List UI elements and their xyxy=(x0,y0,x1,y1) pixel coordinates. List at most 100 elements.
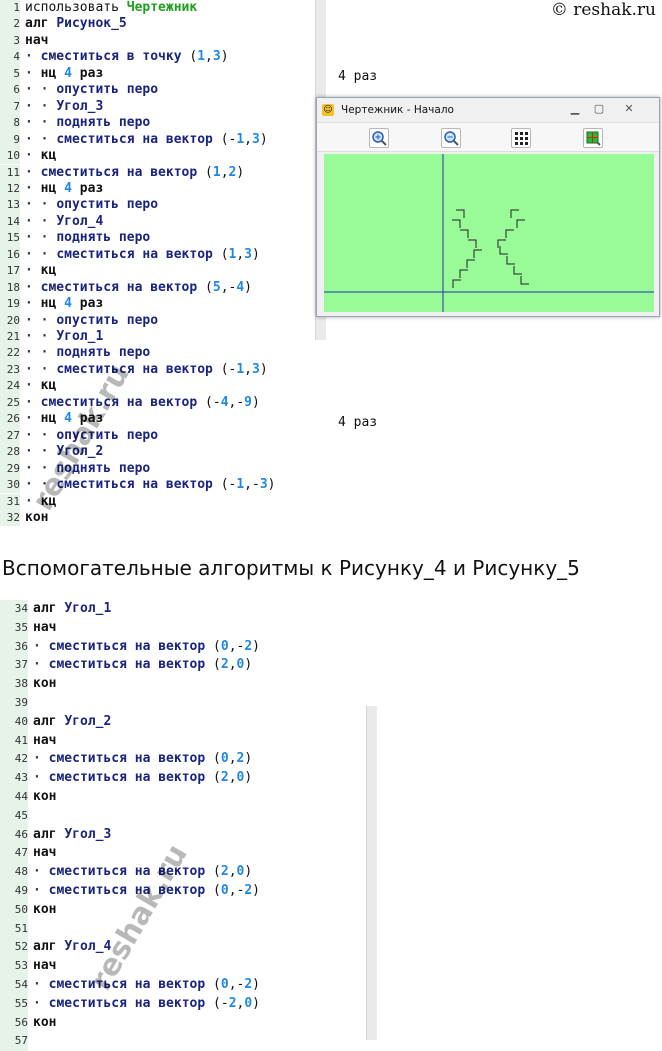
code-line[interactable]: 2 алг Рисунок_5 xyxy=(0,16,360,33)
code-token: ,- xyxy=(244,477,260,493)
code-line[interactable]: 35 нач xyxy=(0,618,360,638)
code-line[interactable]: 39 xyxy=(0,694,360,713)
code-token: алг xyxy=(25,16,57,32)
code-line[interactable]: 54 · сместиться на вектор (0,-2) xyxy=(0,976,360,995)
code-line[interactable]: 22 · · поднять перо xyxy=(0,345,360,362)
code-line[interactable]: 11 · сместиться на вектор (1,2) xyxy=(0,164,360,181)
code-token: , xyxy=(228,864,237,880)
line-number: 47 xyxy=(0,844,28,864)
line-number: 21 xyxy=(0,329,20,346)
code-line[interactable]: 20 · · опустить перо xyxy=(0,312,360,329)
code-line[interactable]: 37 · сместиться на вектор (2,0) xyxy=(0,656,360,676)
drawer-window[interactable]: ☺ Чертежник - Начало ▁ ▢ ✕ xyxy=(316,97,660,317)
line-number: 49 xyxy=(0,882,28,901)
code-line[interactable]: 12 · нц 4 раз xyxy=(0,180,360,198)
code-line[interactable]: 49 · сместиться на вектор (0,-2) xyxy=(0,882,360,901)
code-line[interactable]: 50 кон xyxy=(0,900,360,920)
code-line[interactable]: 56 кон xyxy=(0,1013,360,1033)
code-token: 2 xyxy=(220,864,229,880)
code-line[interactable]: 44 кон xyxy=(0,788,360,807)
code-line[interactable]: 42 · сместиться на вектор (0,2) xyxy=(0,750,360,770)
zoom-out-icon[interactable] xyxy=(441,128,461,148)
line-number: 27 xyxy=(0,427,20,445)
code-line[interactable]: 18 · сместиться на вектор (5,-4) xyxy=(0,279,360,297)
code-text: · · опустить перо xyxy=(25,313,158,329)
code-token: Угол_2 xyxy=(64,713,112,729)
code-line[interactable]: 7 · · Угол_3 xyxy=(0,98,360,116)
minimize-button[interactable]: ▁ xyxy=(567,102,583,116)
code-line[interactable]: 36 · сместиться на вектор (0,-2) xyxy=(0,637,360,657)
close-button[interactable]: ✕ xyxy=(621,102,637,116)
code-token: 1 xyxy=(236,477,245,493)
code-line[interactable]: 52 алг Угол_4 xyxy=(0,938,360,958)
window-titlebar[interactable]: ☺ Чертежник - Начало ▁ ▢ ✕ xyxy=(317,98,659,122)
code-line[interactable]: 16 · · сместиться на вектор (1,3) xyxy=(0,246,360,264)
code-line[interactable]: 45 xyxy=(0,806,360,826)
line-number: 31 xyxy=(0,493,20,510)
code-line[interactable]: 27 · · опустить перо xyxy=(0,427,360,445)
code-line[interactable]: 21 · · Угол_1 xyxy=(0,329,360,346)
code-text: · сместиться на вектор (0,-2) xyxy=(33,976,260,995)
line-number: 13 xyxy=(0,197,20,214)
code-line[interactable]: 5 · нц 4 раз xyxy=(0,65,360,83)
code-token: опустить перо xyxy=(56,82,159,98)
code-token: раз xyxy=(71,180,104,196)
drawing-canvas[interactable] xyxy=(324,154,654,312)
code-token: ,- xyxy=(228,883,245,898)
code-line[interactable]: 1 использовать Чертежник xyxy=(0,0,360,17)
code-line[interactable]: 40 алг Угол_2 xyxy=(0,712,360,732)
code-text: · сместиться на вектор (2,0) xyxy=(33,769,252,788)
code-token: нц xyxy=(40,411,65,427)
code-line[interactable]: 24 · кц xyxy=(0,378,360,395)
code-token: ) xyxy=(252,977,260,992)
code-text: кон xyxy=(33,1014,56,1033)
line-number: 9 xyxy=(0,131,20,149)
zoom-in-icon[interactable] xyxy=(369,128,389,148)
code-line[interactable]: 55 · сместиться на вектор (-2,0) xyxy=(0,994,360,1014)
code-text: · сместиться на вектор (1,2) xyxy=(25,165,244,181)
line-number: 8 xyxy=(0,115,20,132)
code-text: алг Угол_1 xyxy=(33,600,111,619)
fit-icon[interactable] xyxy=(583,128,603,148)
code-line[interactable]: 14 · · Угол_4 xyxy=(0,213,360,231)
code-line[interactable]: 41 нач xyxy=(0,731,360,751)
app-icon: ☺ xyxy=(322,104,334,116)
code-token: · xyxy=(25,378,41,394)
code-line[interactable]: 53 нач xyxy=(0,957,360,976)
code-line[interactable]: 4 · сместиться в точку (1,3) xyxy=(0,49,360,66)
code-line[interactable]: 57 xyxy=(0,1032,360,1051)
code-line[interactable]: 6 · · опустить перо xyxy=(0,82,360,99)
code-token: Чертежник xyxy=(126,0,198,15)
code-line[interactable]: 3 нач xyxy=(0,32,360,50)
code-line[interactable]: 10 · кц xyxy=(0,148,360,165)
code-token: сместиться на вектор xyxy=(48,995,214,1011)
code-line[interactable]: 43 · сместиться на вектор (2,0) xyxy=(0,769,360,788)
code-line[interactable]: 26 · нц 4 раз xyxy=(0,411,360,428)
code-line[interactable]: 13 · · опустить перо xyxy=(0,197,360,214)
code-line[interactable]: 38 кон xyxy=(0,675,360,694)
maximize-button[interactable]: ▢ xyxy=(591,102,607,116)
code-token: , xyxy=(244,131,252,147)
code-line[interactable]: 51 xyxy=(0,919,360,939)
code-token: · xyxy=(33,864,49,880)
code-line[interactable]: 8 · · поднять перо xyxy=(0,115,360,132)
line-number: 11 xyxy=(0,164,20,181)
helpers-scrollbar[interactable] xyxy=(366,706,377,1040)
code-line[interactable]: 19 · нц 4 раз xyxy=(0,296,360,313)
code-token: ) xyxy=(244,657,253,673)
code-line[interactable]: 15 · · поднять перо xyxy=(0,230,360,247)
line-number: 28 xyxy=(0,444,20,461)
code-line[interactable]: 9 · · сместиться на вектор (-1,3) xyxy=(0,131,360,149)
code-text: кон xyxy=(33,901,56,920)
code-line[interactable]: 23 · · сместиться на вектор (-1,3) xyxy=(0,361,360,379)
code-line[interactable]: 17 · кц xyxy=(0,263,360,280)
code-line[interactable]: 34 алг Угол_1 xyxy=(0,600,360,619)
code-token: 1 xyxy=(236,131,245,147)
code-token: , xyxy=(228,657,237,673)
grid-icon[interactable] xyxy=(511,128,531,148)
code-line[interactable]: 46 алг Угол_3 xyxy=(0,825,360,845)
code-line[interactable]: 25 · сместиться на вектор (-4,-9) xyxy=(0,394,360,412)
code-token: кон xyxy=(33,789,57,804)
code-text: · · поднять перо xyxy=(25,115,150,131)
code-text: кон xyxy=(25,510,48,526)
